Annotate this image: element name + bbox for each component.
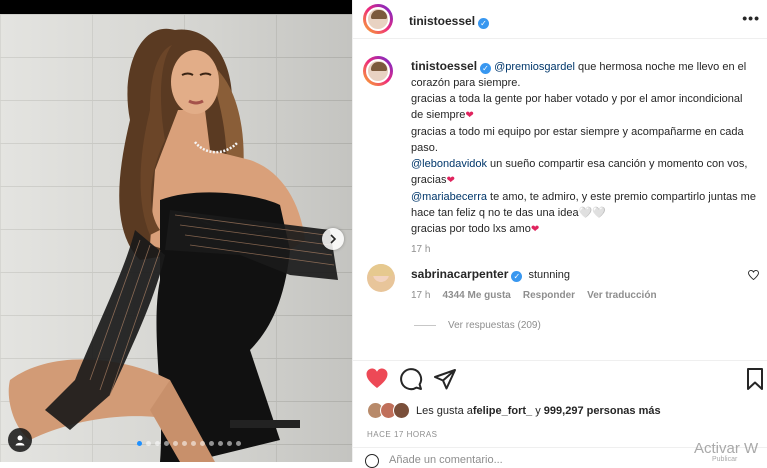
likes-prefix: Les gusta a: [416, 404, 473, 417]
carousel-dot: [218, 441, 223, 446]
tag-user-button[interactable]: [8, 428, 32, 452]
comment-meta: 17 h 4344 Me gusta Responder Ver traducc…: [411, 290, 657, 301]
caption-avatar[interactable]: [363, 56, 393, 86]
commenter-username[interactable]: sabrinacarpenter: [411, 267, 508, 281]
comment-text: stunning: [528, 269, 571, 281]
bookmark-icon: [747, 368, 763, 390]
verified-icon: ✓: [478, 18, 490, 29]
translate-button[interactable]: Ver traducción: [587, 290, 656, 301]
author-username[interactable]: tinistoessel: [409, 14, 475, 28]
heart-outline-icon: [748, 269, 759, 281]
carousel-dot: [182, 441, 187, 446]
verified-icon: ✓: [511, 271, 523, 282]
comment-button[interactable]: [399, 367, 423, 391]
next-photo-button[interactable]: [322, 228, 344, 250]
action-bar: [353, 360, 767, 395]
red-heart-emoji: ❤: [530, 224, 540, 235]
carousel-indicator: [137, 441, 241, 446]
reply-button[interactable]: Responder: [523, 290, 575, 301]
red-heart-emoji: ❤: [446, 175, 455, 186]
add-comment-input[interactable]: Añade un comentario...: [389, 454, 503, 466]
replies-divider: [414, 325, 436, 326]
mention-mariabecerra[interactable]: @mariabecerra: [411, 191, 487, 203]
comment-icon: [400, 368, 423, 391]
carousel-dot: [137, 441, 142, 446]
carousel-dot: [164, 441, 169, 446]
likes-user[interactable]: felipe_fort_: [473, 405, 532, 417]
liker-avatar: [393, 402, 410, 419]
comment-like-button[interactable]: [748, 269, 759, 283]
caption-line-3: gracias a todo mi equipo por estar siemp…: [411, 126, 744, 154]
view-replies-button[interactable]: Ver respuestas (209): [414, 320, 541, 331]
post-caption: tinistoessel ✓ @premiosgardel que hermosa…: [411, 58, 756, 258]
carousel-dot: [146, 441, 151, 446]
comment-body: sabrinacarpenter ✓ stunning: [411, 267, 570, 282]
heart-icon: [366, 368, 388, 388]
caption-line-6: gracias por todo lxs amo: [411, 223, 531, 235]
caption-author[interactable]: tinistoessel: [411, 59, 477, 73]
verified-icon: ✓: [480, 63, 492, 74]
caption-line-2: gracias a toda la gente por haber votado…: [411, 93, 743, 121]
view-replies-label: Ver respuestas (209): [448, 320, 541, 331]
more-options-button[interactable]: •••: [742, 10, 760, 26]
comments-area: tinistoessel ✓ @premiosgardel que hermosa…: [353, 38, 767, 358]
comment-item: sabrinacarpenter ✓ stunning 17 h 4344 Me …: [363, 264, 763, 301]
carousel-dot: [227, 441, 232, 446]
comment-likes[interactable]: 4344 Me gusta: [442, 290, 510, 301]
mention-premiosgardel[interactable]: @premiosgardel: [494, 61, 575, 73]
caption-time[interactable]: 17 h: [411, 242, 756, 258]
red-heart-emoji: ❤: [465, 110, 474, 121]
post-time-ago[interactable]: HACE 17 HORAS: [367, 430, 438, 439]
post-photo[interactable]: [0, 0, 352, 462]
tag-user-icon: [15, 435, 25, 446]
save-button[interactable]: [743, 367, 767, 391]
like-button[interactable]: [365, 367, 389, 391]
windows-activation-watermark: Activar W: [694, 440, 759, 457]
mention-lebondavidok[interactable]: @lebondavidok: [411, 158, 487, 170]
post-detail-panel: tinistoessel ✓ ••• tinistoessel ✓ @premios…: [352, 0, 767, 468]
commenter-avatar[interactable]: [367, 264, 395, 292]
woman-figure-illustration: [8, 28, 338, 462]
likes-count[interactable]: 999,297 personas más: [544, 405, 661, 417]
comment-time[interactable]: 17 h: [411, 290, 430, 301]
carousel-dot: [236, 441, 241, 446]
author-avatar[interactable]: [363, 4, 393, 34]
carousel-dot: [200, 441, 205, 446]
more-icon: •••: [742, 10, 760, 26]
likes-mid: y: [532, 404, 544, 417]
white-hearts-emoji: 🤍🤍: [578, 207, 606, 219]
carousel-dot: [191, 441, 196, 446]
post-header: tinistoessel ✓ •••: [353, 0, 767, 39]
carousel-dot: [209, 441, 214, 446]
share-button[interactable]: [433, 367, 457, 391]
header-author[interactable]: tinistoessel ✓: [409, 12, 490, 30]
carousel-dot: [155, 441, 160, 446]
next-arrow-icon: [330, 234, 337, 244]
carousel-dot: [173, 441, 178, 446]
liker-avatars: [367, 402, 410, 419]
share-icon: [434, 369, 456, 390]
likes-summary[interactable]: Les gusta a felipe_fort_ y 999,297 perso…: [367, 402, 661, 419]
emoji-icon[interactable]: [365, 454, 379, 468]
